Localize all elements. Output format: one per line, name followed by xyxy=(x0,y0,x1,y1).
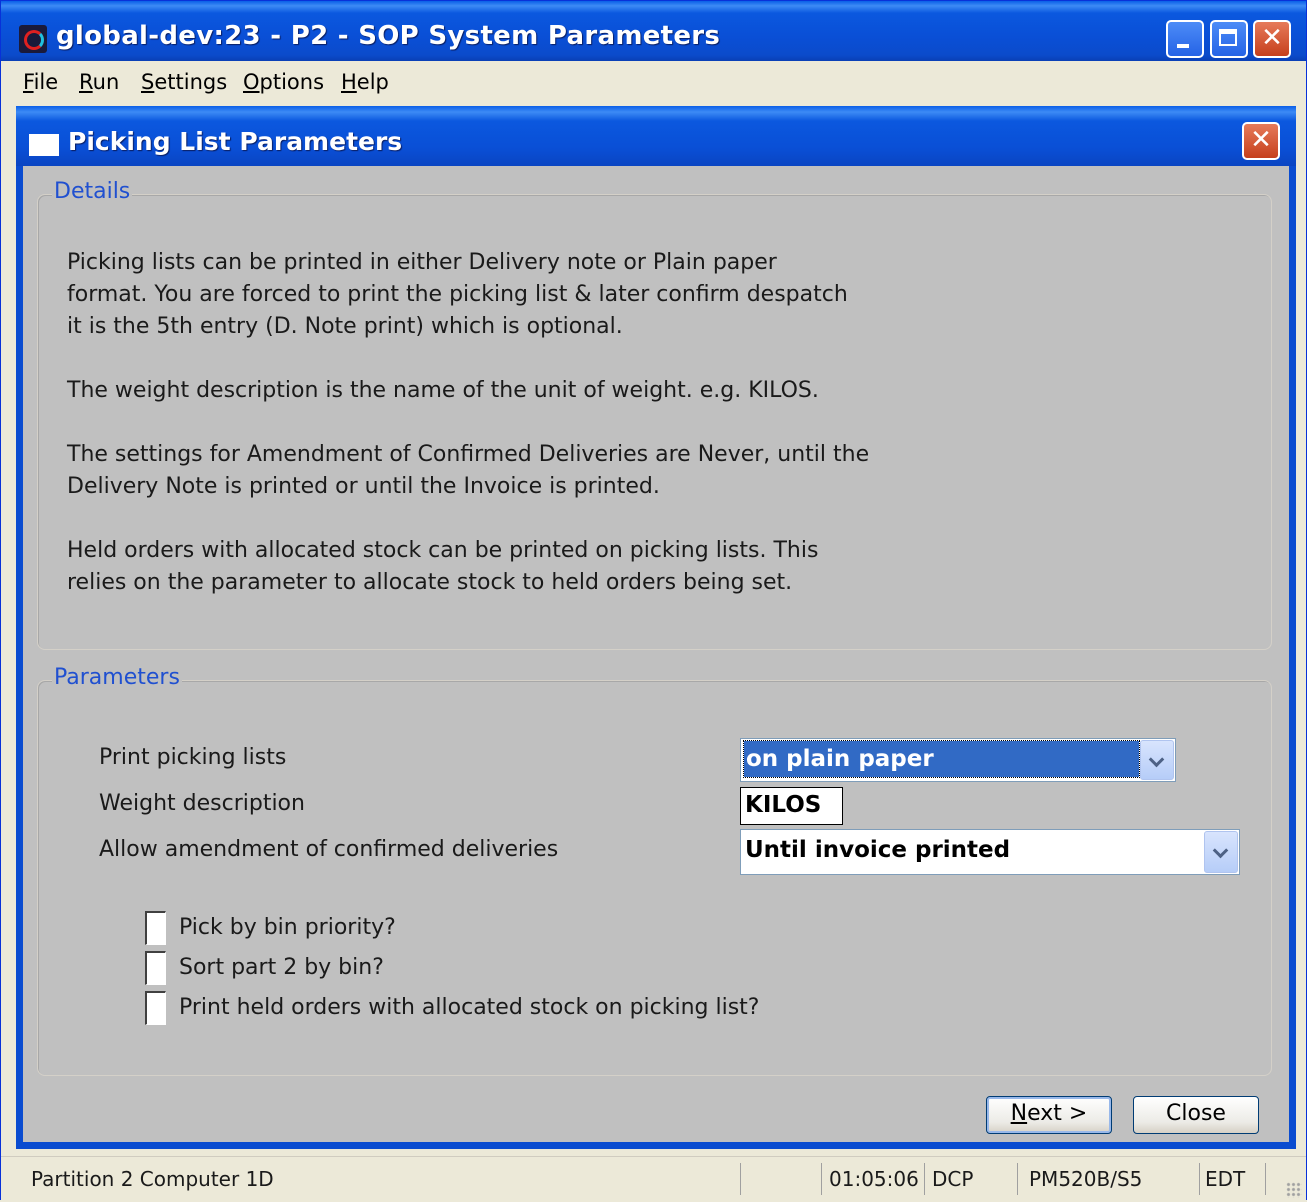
pick-by-bin-priority-label: Pick by bin priority? xyxy=(179,915,396,940)
dialog-frame: Picking List Parameters ✕ Details Pickin… xyxy=(16,106,1296,1149)
details-paragraph-1: Picking lists can be printed in either D… xyxy=(67,250,848,339)
details-paragraph-2: The weight description is the name of th… xyxy=(67,378,819,403)
print-picking-lists-label: Print picking lists xyxy=(99,745,287,770)
status-spacer xyxy=(742,1163,822,1195)
parameters-legend: Parameters xyxy=(52,665,182,690)
main-window: global-dev:23 - P2 - SOP System Paramete… xyxy=(0,0,1307,1202)
weight-description-field[interactable]: KILOS xyxy=(740,787,843,825)
details-paragraph-4: Held orders with allocated stock can be … xyxy=(67,538,819,595)
print-held-orders-checkbox[interactable] xyxy=(145,991,166,1025)
window-icon xyxy=(29,134,59,156)
print-picking-lists-select[interactable]: on plain paper xyxy=(740,738,1176,782)
status-time: 01:05:06 xyxy=(827,1163,925,1195)
close-button[interactable]: Close xyxy=(1133,1096,1259,1134)
resize-grip-icon[interactable] xyxy=(1286,1182,1302,1198)
status-program: PM520B/S5 xyxy=(1027,1163,1200,1195)
close-icon: ✕ xyxy=(1261,23,1283,53)
menu-bar: File Run Settings Options Help xyxy=(1,61,1306,103)
allow-amendment-label: Allow amendment of confirmed deliveries xyxy=(99,837,559,862)
status-partition: Partition 2 Computer 1D xyxy=(1,1163,741,1195)
chevron-down-icon[interactable] xyxy=(1140,740,1174,780)
window-title: global-dev:23 - P2 - SOP System Paramete… xyxy=(56,21,721,51)
details-legend: Details xyxy=(52,179,133,204)
dialog-client: Details Picking lists can be printed in … xyxy=(23,166,1289,1142)
menu-options[interactable]: Options xyxy=(243,70,324,94)
app-icon[interactable] xyxy=(19,25,47,53)
minimize-button[interactable] xyxy=(1166,20,1204,58)
menu-run[interactable]: Run xyxy=(79,70,119,94)
next-button[interactable]: Next > xyxy=(986,1096,1112,1134)
status-mode: EDT xyxy=(1203,1163,1266,1195)
maximize-button[interactable] xyxy=(1210,20,1248,58)
close-window-button[interactable]: ✕ xyxy=(1253,20,1291,58)
status-bar: Partition 2 Computer 1D 01:05:06 DCP PM5… xyxy=(1,1156,1306,1202)
close-icon: ✕ xyxy=(1250,125,1272,155)
title-bar[interactable]: global-dev:23 - P2 - SOP System Paramete… xyxy=(1,1,1306,61)
menu-settings[interactable]: Settings xyxy=(141,70,227,94)
allow-amendment-select[interactable]: Until invoice printed xyxy=(740,829,1240,875)
sort-part2-by-bin-label: Sort part 2 by bin? xyxy=(179,955,384,980)
print-held-orders-label: Print held orders with allocated stock o… xyxy=(179,995,760,1020)
menu-file[interactable]: File xyxy=(23,70,58,94)
chevron-down-icon[interactable] xyxy=(1204,831,1238,873)
details-paragraph-3: The settings for Amendment of Confirmed … xyxy=(67,442,870,499)
dialog-title-bar[interactable]: Picking List Parameters ✕ xyxy=(16,106,1296,166)
menu-help[interactable]: Help xyxy=(341,70,389,94)
dialog-title: Picking List Parameters xyxy=(68,127,403,156)
pick-by-bin-priority-checkbox[interactable] xyxy=(145,911,166,945)
status-user: DCP xyxy=(930,1163,1018,1195)
sort-part2-by-bin-checkbox[interactable] xyxy=(145,951,166,985)
dialog-close-button[interactable]: ✕ xyxy=(1242,122,1280,160)
weight-description-label: Weight description xyxy=(99,791,305,816)
